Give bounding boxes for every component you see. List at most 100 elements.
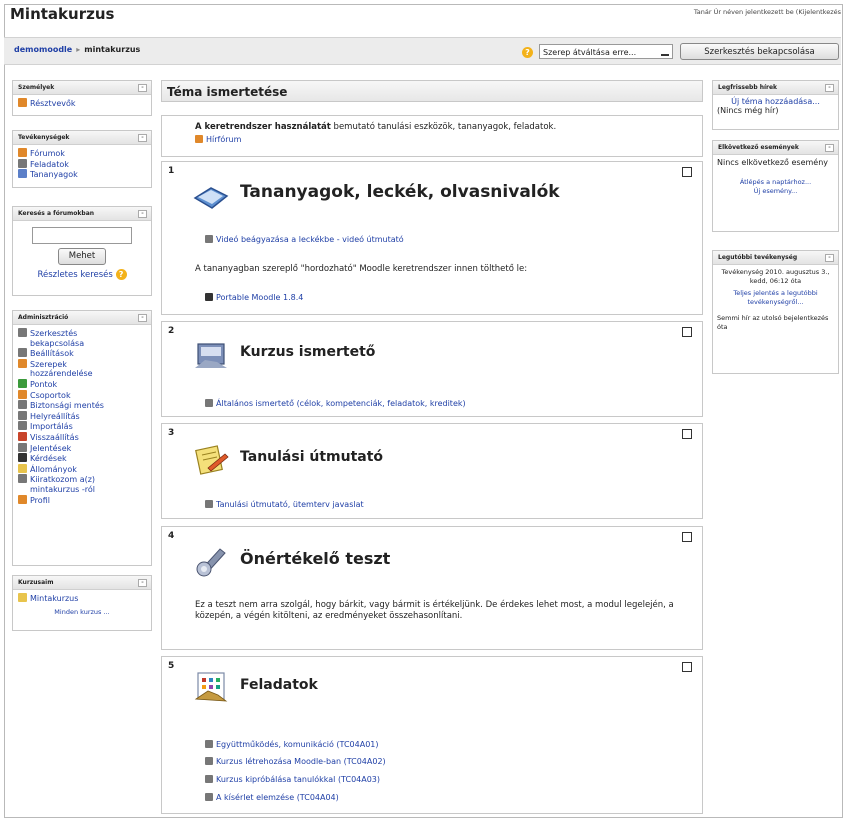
hide-block-icon[interactable]: -: [138, 210, 147, 218]
admin-reset[interactable]: Visszaállítás: [18, 431, 146, 443]
admin-profile[interactable]: Profil: [18, 494, 146, 506]
admin-item-label: Profil: [30, 495, 50, 505]
dropdown-arrow-icon: [661, 54, 669, 56]
news-forum-link[interactable]: Hírfórum: [195, 135, 241, 144]
settings-icon: [18, 348, 27, 358]
admin-assign-roles-cont[interactable]: hozzárendelése: [18, 369, 146, 379]
assignment-icon: [205, 793, 213, 801]
hide-block-icon[interactable]: -: [138, 84, 147, 92]
site-title: Mintakurzus: [10, 5, 115, 23]
recent-block-header: Legutóbbi tevékenység -: [713, 251, 838, 265]
help-icon[interactable]: ?: [115, 269, 127, 280]
login-info[interactable]: Tanár Úr néven jelentkezett be (Kijelent…: [694, 8, 841, 16]
admin-files[interactable]: Állományok: [18, 463, 146, 475]
resource-link-label: Tanulási útmutató, ütemterv javaslat: [216, 500, 364, 509]
questions-icon: [18, 453, 27, 463]
section-1: 1 Tananyagok, leckék, olvasnivalók Videó…: [161, 161, 703, 315]
highlight-checkbox[interactable]: [682, 662, 692, 672]
resource-link[interactable]: Portable Moodle 1.8.4: [205, 293, 303, 302]
highlight-checkbox[interactable]: [682, 167, 692, 177]
role-select[interactable]: Szerep átváltása erre...: [539, 44, 673, 59]
assignment-link[interactable]: A kísérlet elemzése (TC04A04): [205, 793, 339, 802]
activity-resources-label: Tananyagok: [30, 170, 78, 180]
activity-assignments-label: Feladatok: [30, 159, 69, 169]
activity-assignments[interactable]: Feladatok: [18, 158, 146, 170]
activity-resources[interactable]: Tananyagok: [18, 169, 146, 180]
admin-item-label: bekapcsolása: [30, 338, 85, 348]
calendar-link[interactable]: Átlépés a naptárhoz...: [717, 178, 834, 187]
activities-block-header: Tevékenységek -: [13, 131, 151, 145]
zip-file-icon: [205, 293, 213, 301]
resource-link[interactable]: Tanulási útmutató, ütemterv javaslat: [205, 500, 364, 509]
all-courses-link[interactable]: Minden kurzus ...: [18, 608, 146, 617]
backup-icon: [18, 400, 27, 410]
breadcrumb-current: mintakurzus: [84, 45, 141, 54]
highlight-checkbox[interactable]: [682, 532, 692, 542]
assignment-link[interactable]: Kurzus kipróbálása tanulókkal (TC04A03): [205, 775, 380, 784]
hide-block-icon[interactable]: -: [825, 254, 834, 262]
admin-unenrol-cont[interactable]: mintakurzus -ról: [18, 485, 146, 495]
resource-link[interactable]: Videó beágyazása a leckékbe - videó útmu…: [205, 235, 404, 244]
admin-backup[interactable]: Biztonsági mentés: [18, 400, 146, 411]
new-event-link[interactable]: Új esemény...: [717, 187, 834, 196]
admin-edit-on-cont[interactable]: bekapcsolása: [18, 339, 146, 349]
my-courses-block: Kurzusaim - Mintakurzus Minden kurzus ...: [12, 575, 152, 631]
activity-forums[interactable]: Fórumok: [18, 148, 146, 159]
admin-settings[interactable]: Beállítások: [18, 348, 146, 359]
participants-link[interactable]: Résztvevők: [18, 98, 146, 109]
forum-search-input[interactable]: [32, 227, 132, 244]
upcoming-events-block: Elkövetkező események - Nincs elkövetkező…: [712, 140, 839, 232]
admin-assign-roles[interactable]: Szerepek: [18, 358, 146, 370]
reports-icon: [18, 442, 27, 452]
reset-icon: [18, 431, 27, 441]
admin-edit-on[interactable]: Szerkesztés: [18, 328, 146, 339]
grades-icon: [18, 378, 27, 388]
admin-item-label: Pontok: [30, 379, 58, 389]
edit-mode-button[interactable]: Szerkesztés bekapcsolása: [680, 43, 839, 60]
admin-item-label: Kiiratkozom a(z): [30, 475, 96, 485]
breadcrumb-home[interactable]: demomoodle: [14, 45, 72, 54]
course-mintakurzus[interactable]: Mintakurzus: [18, 593, 146, 604]
hide-block-icon[interactable]: -: [825, 84, 834, 92]
admin-groups[interactable]: Csoportok: [18, 389, 146, 401]
breadcrumb-separator: ▸: [76, 45, 81, 54]
page-icon: [205, 235, 213, 243]
news-block-header: Legfrissebb hírek -: [713, 81, 838, 95]
admin-questions[interactable]: Kérdések: [18, 453, 146, 464]
add-topic-link[interactable]: Új téma hozzáadása...: [717, 97, 834, 106]
advanced-search-link[interactable]: Részletes keresés: [37, 270, 112, 280]
admin-item-label: Kérdések: [30, 454, 67, 464]
hide-block-icon[interactable]: -: [825, 144, 834, 152]
admin-unenrol[interactable]: Kiiratkozom a(z): [18, 474, 146, 485]
highlight-checkbox[interactable]: [682, 327, 692, 337]
nothing-new-text: Semmi hír az utolsó bejelentkezés óta: [717, 314, 829, 331]
assignment-link[interactable]: Együttműködés, komunikáció (TC04A01): [205, 740, 379, 749]
help-icon[interactable]: ?: [522, 47, 533, 58]
hide-block-icon[interactable]: -: [138, 579, 147, 587]
highlight-checkbox[interactable]: [682, 429, 692, 439]
latest-news-block: Legfrissebb hírek - Új téma hozzáadása...…: [712, 80, 839, 130]
folder-icon: [18, 463, 27, 473]
admin-grades[interactable]: Pontok: [18, 378, 146, 390]
role-select-value: Szerep átváltása erre...: [543, 48, 637, 57]
section-number: 4: [168, 531, 175, 541]
admin-item-label: Visszaállítás: [30, 432, 79, 442]
activities-block-title: Tevékenységek: [18, 134, 70, 141]
assignment-icon: [205, 757, 213, 765]
assignment-icon: [18, 158, 27, 168]
section-0: A keretrendszer használatát bemutató tan…: [161, 115, 703, 157]
resource-link[interactable]: Általános ismertető (célok, kompetenciák…: [205, 399, 466, 408]
hide-block-icon[interactable]: -: [138, 134, 147, 142]
full-report-link[interactable]: Teljes jelentés a legutóbbi tevékenységr…: [717, 289, 834, 307]
intro-text-bold: A keretrendszer használatát: [195, 122, 331, 132]
admin-import[interactable]: Importálás: [18, 421, 146, 432]
search-go-button[interactable]: Mehet: [58, 248, 106, 265]
course-label: Mintakurzus: [30, 594, 79, 603]
hide-block-icon[interactable]: -: [138, 314, 147, 322]
resource-link-label: Portable Moodle 1.8.4: [216, 293, 304, 302]
admin-reports[interactable]: Jelentések: [18, 442, 146, 454]
admin-item-label: hozzárendelése: [30, 369, 93, 379]
participants-label: Résztvevők: [30, 99, 76, 108]
assignment-link[interactable]: Kurzus létrehozása Moodle-ban (TC04A02): [205, 757, 386, 766]
admin-restore[interactable]: Helyreállítás: [18, 410, 146, 422]
